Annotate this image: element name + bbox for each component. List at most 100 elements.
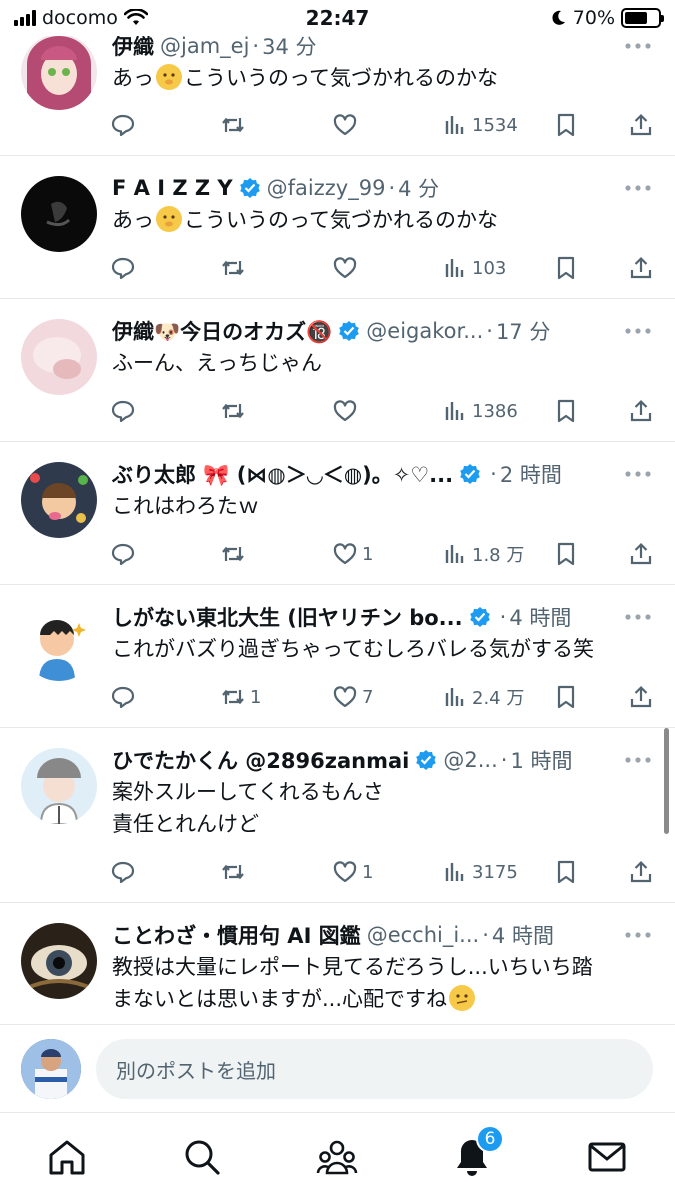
repost-button[interactable]	[220, 541, 250, 567]
like-button[interactable]: 1	[332, 859, 373, 885]
tweet-text-line: 責任とれんけど	[112, 808, 655, 840]
views-button[interactable]: 1386	[442, 398, 518, 424]
reply-button[interactable]	[110, 398, 140, 424]
share-button[interactable]	[628, 859, 654, 885]
bookmark-button[interactable]	[553, 859, 579, 885]
add-post-input[interactable]: 別のポストを追加	[96, 1039, 653, 1099]
more-options-icon[interactable]	[623, 321, 653, 341]
repost-button[interactable]	[220, 859, 250, 885]
tweet[interactable]: F A I Z Z Y @faizzy_99 · 4 分あっ こういうのって気づかれるの…	[0, 156, 675, 299]
display-name[interactable]: ひでたかくん @2896zanmai	[112, 745, 409, 775]
communities-icon	[316, 1140, 358, 1175]
like-button[interactable]: 7	[332, 684, 373, 710]
post-time[interactable]: 4 時間	[492, 920, 554, 950]
share-button[interactable]	[628, 684, 654, 710]
reply-button[interactable]	[110, 684, 140, 710]
post-time[interactable]: 1 時間	[510, 745, 572, 775]
tweet-body: 伊織🐶今日のオカズ🔞 @eigakor... · 17 分ふーん、えっちじゃん	[112, 315, 655, 379]
author-avatar[interactable]	[21, 923, 97, 999]
repost-button[interactable]	[220, 398, 250, 424]
more-options-icon[interactable]	[623, 607, 653, 627]
bookmark-button[interactable]	[553, 255, 579, 281]
scrollbar[interactable]	[664, 728, 669, 834]
author-avatar[interactable]	[21, 319, 97, 395]
share-icon	[630, 685, 652, 708]
display-name[interactable]: F A I Z Z Y	[112, 176, 233, 200]
tweet-text-part: まないとは思いますが...心配ですね	[112, 987, 448, 1011]
repost-icon	[222, 864, 244, 880]
home-tab[interactable]	[45, 1135, 89, 1179]
more-options-icon[interactable]	[623, 750, 653, 770]
reply-button[interactable]	[110, 859, 140, 885]
tweet-header: F A I Z Z Y @faizzy_99 · 4 分	[112, 172, 622, 204]
author-avatar[interactable]	[21, 748, 97, 824]
views-button[interactable]: 103	[442, 255, 506, 281]
tweet[interactable]: ひでたかくん @2896zanmai @2... · 1 時間 案外スルーしてくれるもん…	[0, 728, 675, 903]
bookmark-button[interactable]	[553, 684, 579, 710]
timeline-feed[interactable]: 伊織 @jam_ej · 34 分あっ こういうのって気づかれるのかな 1534 F A I…	[0, 14, 675, 1024]
tweet[interactable]: しがない東北大生 (旧ヤリチン bo... · 4 時間 これがバズり過ぎちゃってむし…	[0, 585, 675, 728]
tweet[interactable]: 伊織🐶今日のオカズ🔞 @eigakor... · 17 分ふーん、えっちじゃん 1386	[0, 299, 675, 442]
repost-button[interactable]: 1	[220, 684, 261, 710]
separator: ·	[252, 34, 260, 58]
views-button[interactable]: 2.4 万	[442, 684, 524, 710]
more-options-icon[interactable]	[623, 925, 653, 945]
bookmark-button[interactable]	[553, 112, 579, 138]
mail-icon	[588, 1142, 626, 1172]
author-avatar[interactable]	[21, 605, 97, 681]
author-avatar[interactable]	[21, 34, 97, 110]
post-time[interactable]: 2 時間	[500, 459, 562, 489]
share-button[interactable]	[628, 398, 654, 424]
bookmark-button[interactable]	[553, 541, 579, 567]
repost-button[interactable]	[220, 112, 250, 138]
display-name[interactable]: 伊織🐶今日のオカズ🔞	[112, 316, 332, 346]
display-name[interactable]: ぶり太郎 🎀 (⋈◍＞◡＜◍)。✧♡...	[112, 459, 453, 489]
tweet[interactable]: ことわざ・慣用句 AI 図鑑 @ecchi_i... · 4 時間 教授は大量にレポート…	[0, 903, 675, 1024]
tweet-text-part: 教授は大量にレポート見てるだろうし...いちいち踏	[112, 955, 593, 979]
tweet-header: しがない東北大生 (旧ヤリチン bo... · 4 時間	[112, 601, 622, 633]
author-avatar[interactable]	[21, 462, 97, 538]
post-time[interactable]: 17 分	[496, 316, 550, 346]
like-button[interactable]: 1	[332, 541, 373, 567]
battery-icon	[621, 8, 664, 28]
share-button[interactable]	[628, 255, 654, 281]
like-button[interactable]	[332, 112, 362, 138]
reply-button[interactable]	[110, 255, 140, 281]
separator: ·	[490, 462, 497, 486]
like-button[interactable]	[332, 398, 362, 424]
heart-icon	[333, 543, 357, 565]
notifications-tab[interactable]: 6	[450, 1125, 504, 1179]
post-time[interactable]: 4 分	[398, 173, 439, 203]
views-button[interactable]: 1.8 万	[442, 541, 524, 567]
reply-button[interactable]	[110, 541, 140, 567]
display-name[interactable]: しがない東北大生 (旧ヤリチン bo...	[112, 602, 463, 632]
share-button[interactable]	[628, 112, 654, 138]
user-avatar[interactable]	[21, 1039, 81, 1099]
battery-fill	[625, 12, 648, 24]
separator: ·	[486, 319, 493, 343]
separator: ·	[482, 923, 489, 947]
views-button[interactable]: 1534	[442, 112, 518, 138]
author-avatar[interactable]	[21, 176, 97, 252]
tweet-actions: 1386	[110, 394, 670, 428]
bookmark-button[interactable]	[553, 398, 579, 424]
tweet-text: これがバズり過ぎちゃってむしろバレる気がする笑	[112, 633, 655, 665]
view-count: 3175	[472, 861, 518, 883]
more-options-icon[interactable]	[623, 178, 653, 198]
repost-button[interactable]	[220, 255, 250, 281]
like-button[interactable]	[332, 255, 362, 281]
post-time[interactable]: 4 時間	[509, 602, 571, 632]
search-tab[interactable]	[180, 1135, 224, 1179]
display-name[interactable]: ことわざ・慣用句 AI 図鑑	[112, 920, 361, 950]
more-options-icon[interactable]	[623, 464, 653, 484]
more-options-icon[interactable]	[623, 36, 653, 56]
bookmark-icon	[557, 542, 575, 566]
messages-tab[interactable]	[585, 1135, 629, 1179]
views-button[interactable]: 3175	[442, 859, 518, 885]
tweet-actions: 1 1.8 万	[110, 537, 670, 571]
communities-tab[interactable]	[315, 1135, 359, 1179]
tweet[interactable]: ぶり太郎 🎀 (⋈◍＞◡＜◍)。✧♡... · 2 時間これはわろたｗ 1 1.8 万	[0, 442, 675, 585]
reply-button[interactable]	[110, 112, 140, 138]
share-button[interactable]	[628, 541, 654, 567]
tweet-text-part: これはわろたｗ	[112, 494, 259, 518]
